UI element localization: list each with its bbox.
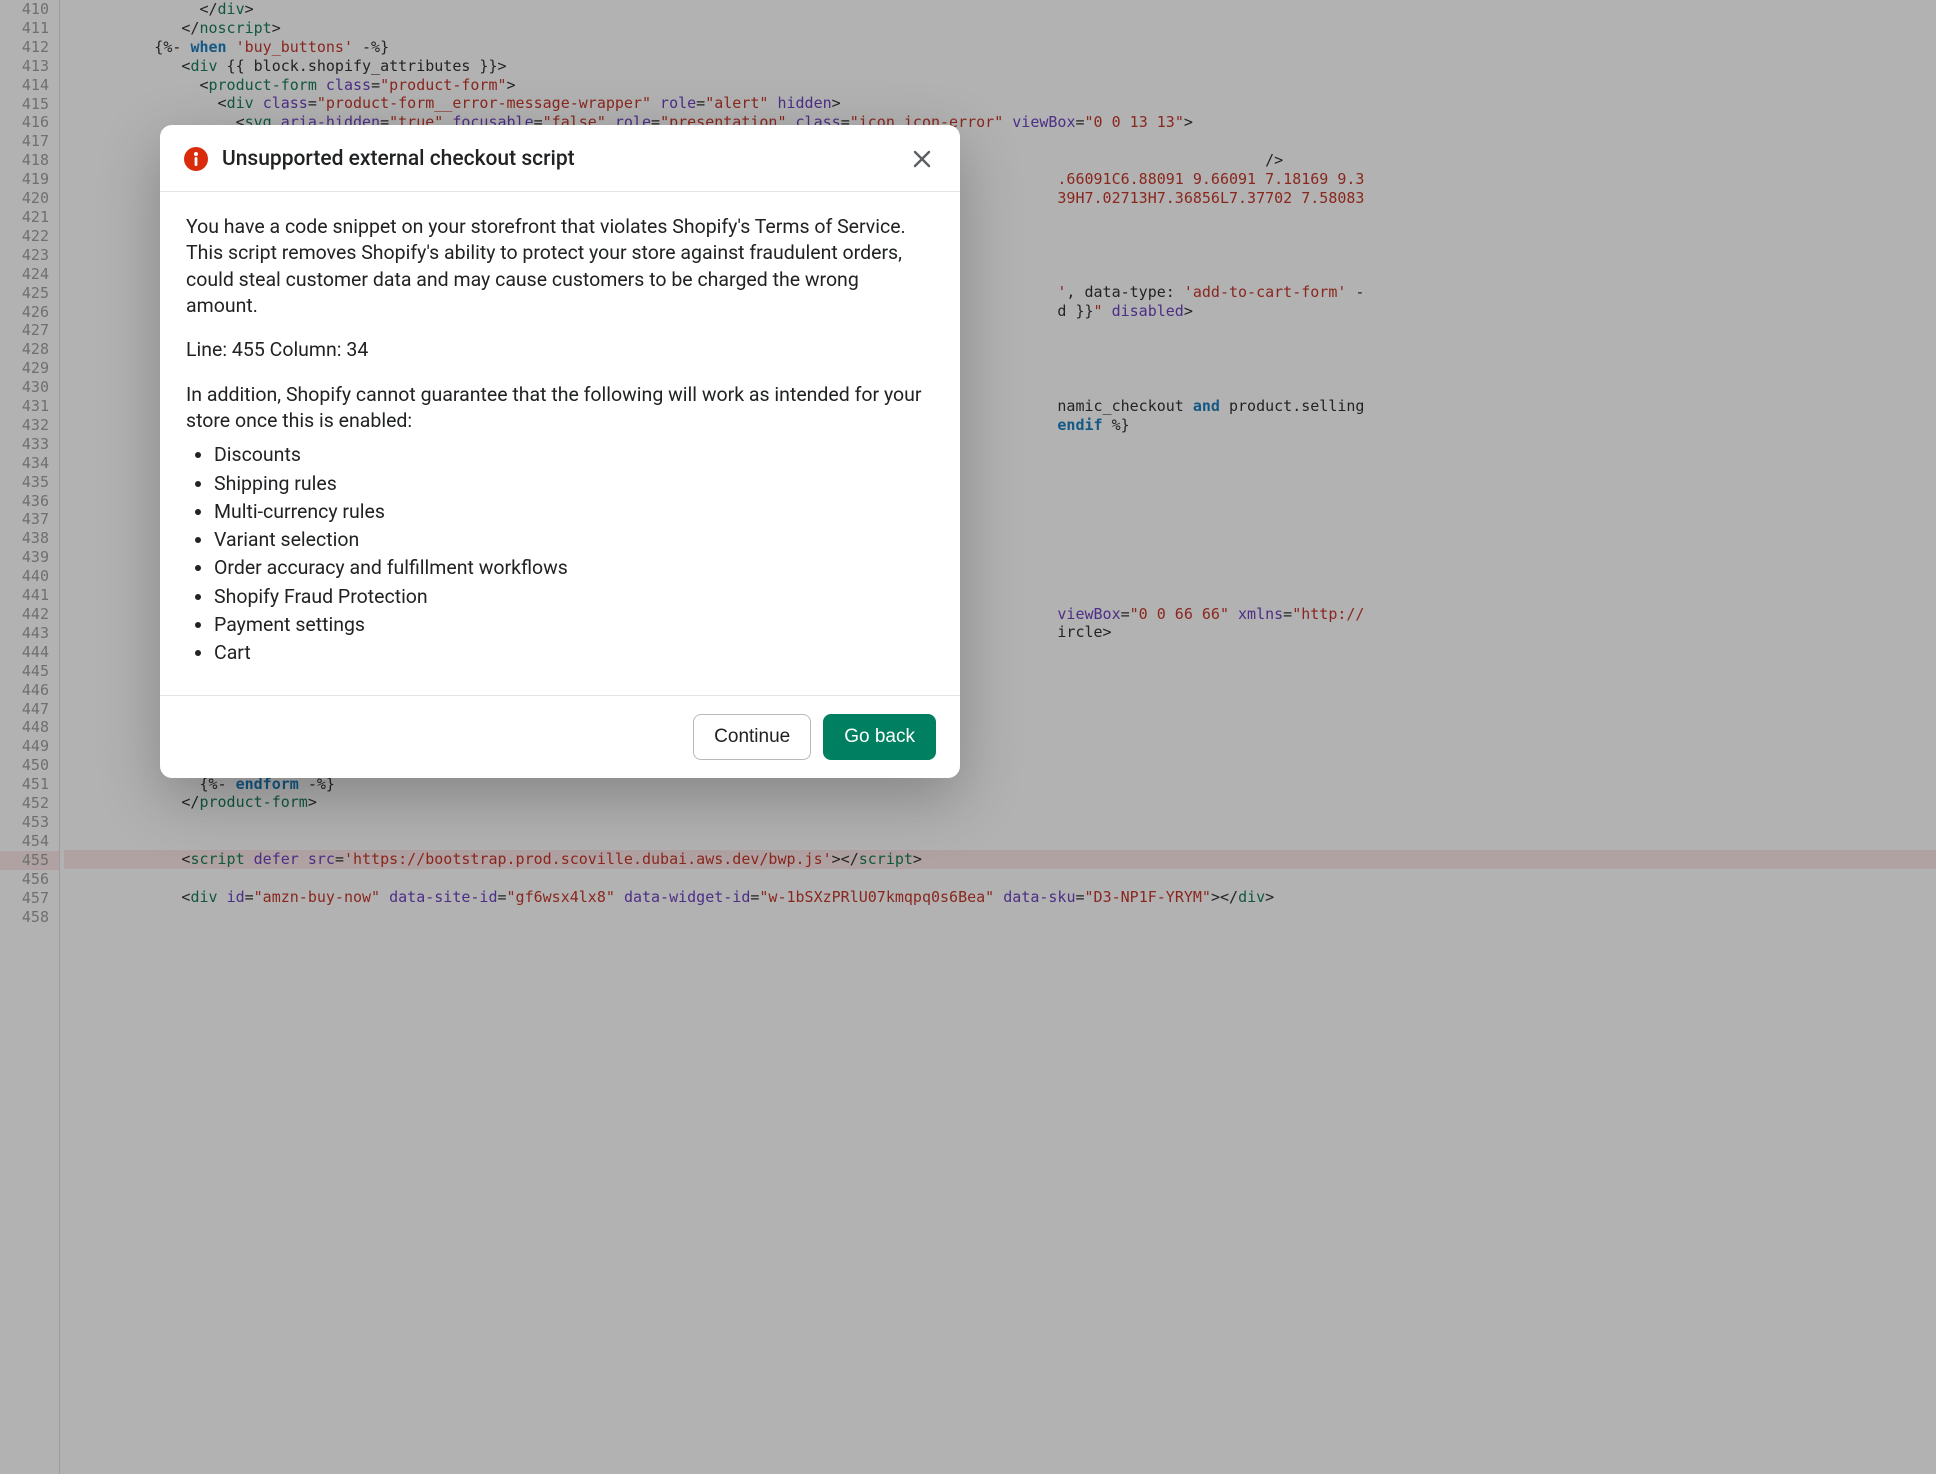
list-item: Shopify Fraud Protection <box>214 584 934 610</box>
modal-footer: Continue Go back <box>160 695 960 778</box>
warning-modal: Unsupported external checkout script You… <box>160 125 960 778</box>
list-item: Variant selection <box>214 527 934 553</box>
modal-list: Discounts Shipping rulesMulti-currency ru… <box>186 442 934 667</box>
modal-paragraph-1: You have a code snippet on your storefro… <box>186 214 934 319</box>
list-item: Cart <box>214 640 934 666</box>
modal-title: Unsupported external checkout script <box>222 147 908 171</box>
list-item: Shipping rules <box>214 471 934 497</box>
modal-header: Unsupported external checkout script <box>160 125 960 192</box>
modal-location: Line: 455 Column: 34 <box>186 337 934 363</box>
modal-paragraph-2: In addition, Shopify cannot guarantee th… <box>186 382 934 435</box>
list-item: Multi-currency rules <box>214 499 934 525</box>
close-button[interactable] <box>908 145 936 173</box>
list-item: Discounts <box>214 442 934 468</box>
modal-overlay: Unsupported external checkout script You… <box>0 0 1936 1474</box>
list-item: Payment settings <box>214 612 934 638</box>
go-back-button[interactable]: Go back <box>823 714 936 760</box>
alert-icon <box>184 147 208 171</box>
close-icon <box>912 149 932 169</box>
continue-button[interactable]: Continue <box>693 714 811 760</box>
modal-body: You have a code snippet on your storefro… <box>160 192 960 695</box>
list-item: Order accuracy and fulfillment workflows <box>214 555 934 581</box>
